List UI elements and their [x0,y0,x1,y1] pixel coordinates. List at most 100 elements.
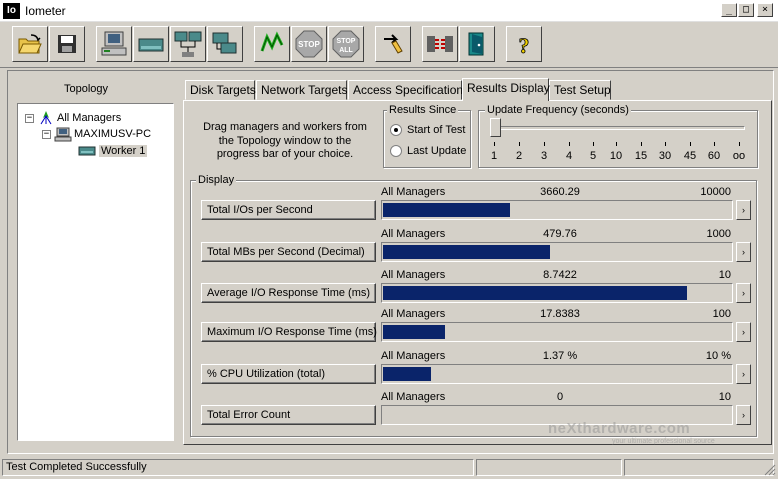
chevron-right-icon[interactable]: › [736,322,751,342]
copy-worker-button[interactable] [207,26,243,62]
collapse-toggle-icon[interactable]: − [25,113,34,123]
stop-all-sign-icon: STOP ALL [332,30,360,58]
chevron-right-icon[interactable]: › [736,283,751,303]
radio-last-update[interactable]: Last Update [390,145,466,157]
exit-button[interactable] [459,26,495,62]
metric-source: All Managers [381,186,446,198]
minimize-button[interactable]: _ [721,3,737,17]
metric-max: 1000 [706,228,731,240]
disconnect-button[interactable] [422,26,458,62]
resize-grip-icon[interactable] [764,464,776,476]
metric-source: All Managers [381,350,446,362]
results-since-group [383,110,471,168]
computer-manager-icon [54,127,72,141]
update-frequency-title: Update Frequency (seconds) [485,104,631,116]
metric-progress-fill [383,203,510,217]
status-pane-2 [476,459,622,476]
all-managers-label: All Managers [57,112,122,124]
reset-workers-icon [384,34,403,54]
metric-max: 10 % [705,350,731,362]
stop-button[interactable]: STOP [291,26,327,62]
chevron-right-icon[interactable]: › [736,200,751,220]
status-message: Test Completed Successfully [2,459,474,476]
tick-mark [593,142,594,146]
close-button[interactable]: × [757,3,773,17]
update-frequency-slider-track[interactable] [493,126,745,130]
display-manager-icon [101,31,127,56]
tick-label: 10 [609,150,623,162]
help-label: ? [519,33,530,57]
tick-label: 30 [658,150,672,162]
update-frequency-slider-thumb[interactable] [490,118,501,137]
stop-all-sublabel: ALL [339,47,353,54]
metric-selector-button[interactable]: Total MBs per Second (Decimal) [201,242,376,262]
chevron-right-icon[interactable]: › [736,405,751,425]
metric-value: 0 [556,391,564,403]
tab-results-display[interactable]: Results Display [462,78,550,101]
metric-progress-bar[interactable] [381,242,733,262]
drag-instructions: Drag managers and workers from the Topol… [203,121,367,160]
reset-workers-button[interactable] [375,26,411,62]
iometer-app-icon: Io [3,3,20,19]
new-network-worker-icon [174,31,202,57]
tick-label: 1 [490,150,498,162]
worker-label: Worker 1 [99,145,148,157]
tab-network-targets[interactable]: Network Targets [256,80,347,100]
tick-mark [544,142,545,146]
topology-tree[interactable]: − All Managers − MAXIMUSV-PC Worker 1 [17,103,174,441]
metric-value: 1.37 % [542,350,578,362]
metric-progress-bar[interactable] [381,405,733,425]
metric-value: 8.7422 [543,269,577,281]
tab-disk-targets[interactable]: Disk Targets [185,80,256,100]
tree-node-manager[interactable]: − MAXIMUSV-PC [42,126,151,142]
metric-selector-button[interactable]: Average I/O Response Time (ms) [201,283,376,303]
title-bar: Io Iometer _ □ × [0,0,778,22]
chevron-right-icon[interactable]: › [736,364,751,384]
new-disk-worker-icon [138,38,164,52]
metric-progress-bar[interactable] [381,364,733,384]
new-disk-worker-button[interactable] [133,26,169,62]
new-network-worker-button[interactable] [170,26,206,62]
radio-start-of-test[interactable]: Start of Test [390,124,466,136]
metric-value: 479.76 [543,228,577,240]
stop-all-button[interactable]: STOP ALL [328,26,364,62]
status-pane-3 [624,459,774,476]
metric-selector-button[interactable]: Total I/Os per Second [201,200,376,220]
tree-node-worker[interactable]: Worker 1 [78,143,148,159]
metric-progress-bar[interactable] [381,322,733,342]
save-config-button[interactable] [49,26,85,62]
tree-node-all-managers[interactable]: − All Managers [25,110,121,126]
tick-label: 15 [634,150,648,162]
metric-selector-button[interactable]: Maximum I/O Response Time (ms) [201,322,377,342]
all-managers-icon [40,111,52,125]
help-button[interactable]: ? [506,26,542,62]
metric-progress-fill [383,245,550,259]
metric-source: All Managers [381,308,446,320]
tab-test-setup[interactable]: Test Setup [549,80,611,100]
disconnect-icon [427,36,453,52]
start-tests-button[interactable] [254,26,290,62]
radio-button-icon[interactable] [390,124,402,136]
stop-label: STOP [298,40,320,49]
tick-label: 5 [589,150,597,162]
open-config-button[interactable] [12,26,48,62]
collapse-toggle-icon[interactable]: − [42,129,51,139]
chevron-right-icon[interactable]: › [736,242,751,262]
open-folder-icon [18,34,42,54]
metric-max: 10 [718,269,731,281]
tick-mark [739,142,740,146]
radio-button-icon[interactable] [390,145,402,157]
metric-progress-bar[interactable] [381,200,733,220]
tick-label: oo [732,150,746,162]
disk-worker-icon [78,146,96,156]
metric-selector-button[interactable]: Total Error Count [201,405,376,425]
tick-mark [569,142,570,146]
new-manager-button[interactable] [96,26,132,62]
maximize-button[interactable]: □ [738,3,754,17]
metric-selector-button[interactable]: % CPU Utilization (total) [201,364,376,384]
metric-value: 17.8383 [540,308,580,320]
stop-sign-icon: STOP [295,30,323,58]
tick-mark [714,142,715,146]
metric-progress-bar[interactable] [381,283,733,303]
tab-access-specifications[interactable]: Access Specifications [348,80,469,100]
